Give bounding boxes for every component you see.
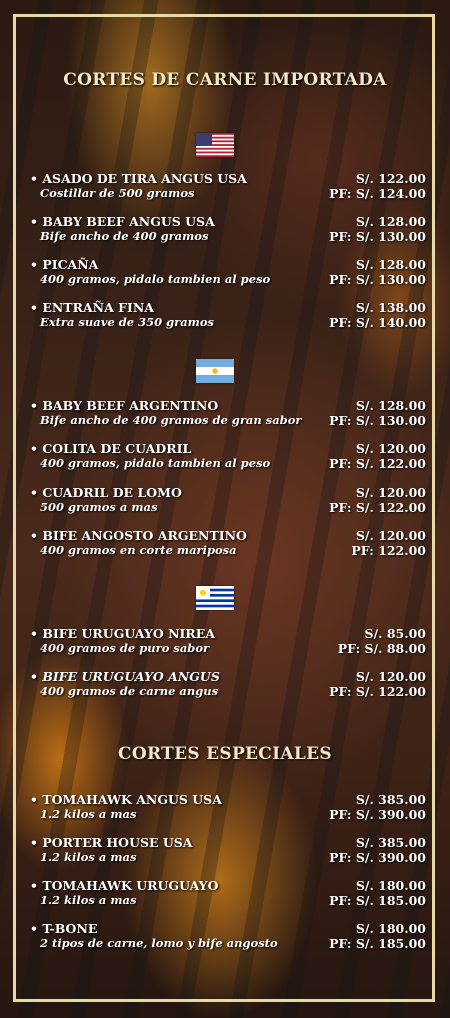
item-price: S/. 385.00 [355, 835, 426, 850]
item-pf-price: PF: S/. 122.00 [329, 456, 426, 471]
item-name: • BIFE URUGUAYO ANGUS [30, 669, 220, 684]
item-name: • TOMAHAWK URUGUAYO [30, 878, 219, 893]
special-section-title: CORTES ESPECIALES [118, 744, 332, 764]
item-price: S/. 128.00 [355, 398, 426, 413]
item-pf-price: PF: S/. 185.00 [329, 936, 426, 951]
item-price: S/. 120.00 [355, 485, 426, 500]
menu-item: • BABY BEEF ANGUS USA Bife ancho de 400 … [30, 214, 426, 244]
item-name: • ASADO DE TIRA ANGUS USA [30, 171, 247, 186]
menu-item: • COLITA DE CUADRIL 400 gramos, pidalo t… [30, 441, 426, 471]
item-description: Bife ancho de 400 gramos [40, 229, 209, 243]
item-pf-price: PF: S/. 130.00 [329, 413, 426, 428]
item-price: S/. 180.00 [355, 921, 426, 936]
menu-item: • PORTER HOUSE USA 1.2 kilos a mas S/. 3… [30, 835, 426, 865]
item-price: S/. 385.00 [355, 792, 426, 807]
item-pf-price: PF: S/. 122.00 [329, 500, 426, 515]
item-name: • COLITA DE CUADRIL [30, 441, 192, 456]
item-name: • BIFE ANGOSTO ARGENTINO [30, 528, 247, 543]
item-name: • CUADRIL DE LOMO [30, 485, 182, 500]
item-name: • PORTER HOUSE USA [30, 835, 193, 850]
menu-item: • TOMAHAWK ANGUS USA 1.2 kilos a mas S/.… [30, 792, 426, 822]
item-price: S/. 180.00 [355, 878, 426, 893]
item-pf-price: PF: S/. 130.00 [329, 229, 426, 244]
item-pf-price: PF: 122.00 [351, 543, 426, 558]
item-name: • ENTRAÑA FINA [30, 300, 155, 315]
menu-item: • BABY BEEF ARGENTINO Bife ancho de 400 … [30, 398, 426, 428]
item-description: 400 gramos en corte mariposa [40, 543, 237, 557]
item-description: Costillar de 500 gramos [40, 186, 195, 200]
item-description: 1.2 kilos a mas [40, 893, 137, 907]
menu-item: • ENTRAÑA FINA Extra suave de 350 gramos… [30, 300, 426, 330]
item-price: S/. 128.00 [355, 257, 426, 272]
menu-item: • BIFE URUGUAYO ANGUS 400 gramos de carn… [30, 669, 426, 699]
uruguay-flag-icon [196, 586, 234, 610]
menu-item: • ASADO DE TIRA ANGUS USA Costillar de 5… [30, 171, 426, 201]
item-description: 1.2 kilos a mas [40, 807, 137, 821]
item-price: S/. 120.00 [355, 528, 426, 543]
usa-flag-icon [196, 133, 234, 157]
menu-item: • TOMAHAWK URUGUAYO 1.2 kilos a mas S/. … [30, 878, 426, 908]
item-description: 400 gramos de puro sabor [40, 641, 210, 655]
item-name: • BABY BEEF ANGUS USA [30, 214, 215, 229]
item-name: • BABY BEEF ARGENTINO [30, 398, 219, 413]
argentina-flag-icon [196, 359, 234, 383]
item-price: S/. 128.00 [355, 214, 426, 229]
item-pf-price: PF: S/. 122.00 [329, 684, 426, 699]
menu-item: • BIFE ANGOSTO ARGENTINO 400 gramos en c… [30, 528, 426, 558]
menu-item: • CUADRIL DE LOMO 500 gramos a mas S/. 1… [30, 485, 426, 515]
item-pf-price: PF: S/. 140.00 [329, 315, 426, 330]
item-price: S/. 120.00 [355, 669, 426, 684]
menu-item: • T-BONE 2 tipos de carne, lomo y bife a… [30, 921, 426, 951]
item-name: • TOMAHAWK ANGUS USA [30, 792, 222, 807]
item-description: 400 gramos, pidalo tambien al peso [40, 272, 271, 286]
item-price: S/. 138.00 [355, 300, 426, 315]
item-description: 1.2 kilos a mas [40, 850, 137, 864]
item-pf-price: PF: S/. 390.00 [329, 807, 426, 822]
item-description: Bife ancho de 400 gramos de gran sabor [40, 413, 302, 427]
item-pf-price: PF: S/. 88.00 [337, 641, 426, 656]
item-description: 500 gramos a mas [40, 500, 158, 514]
item-pf-price: PF: S/. 124.00 [329, 186, 426, 201]
item-name: • PICAÑA [30, 257, 99, 272]
item-pf-price: PF: S/. 185.00 [329, 893, 426, 908]
item-name: • T-BONE [30, 921, 98, 936]
item-description: 400 gramos de carne angus [40, 684, 219, 698]
item-price: S/. 122.00 [355, 171, 426, 186]
menu-item: • PICAÑA 400 gramos, pidalo tambien al p… [30, 257, 426, 287]
menu-item: • BIFE URUGUAYO NIREA 400 gramos de puro… [30, 626, 426, 656]
item-description: Extra suave de 350 gramos [40, 315, 214, 329]
item-name: • BIFE URUGUAYO NIREA [30, 626, 216, 641]
item-description: 400 gramos, pidalo tambien al peso [40, 456, 271, 470]
item-price: S/. 120.00 [355, 441, 426, 456]
item-price: S/. 85.00 [364, 626, 426, 641]
item-pf-price: PF: S/. 130.00 [329, 272, 426, 287]
item-description: 2 tipos de carne, lomo y bife angosto [40, 936, 278, 950]
item-pf-price: PF: S/. 390.00 [329, 850, 426, 865]
imported-section-title: CORTES DE CARNE IMPORTADA [63, 70, 387, 90]
